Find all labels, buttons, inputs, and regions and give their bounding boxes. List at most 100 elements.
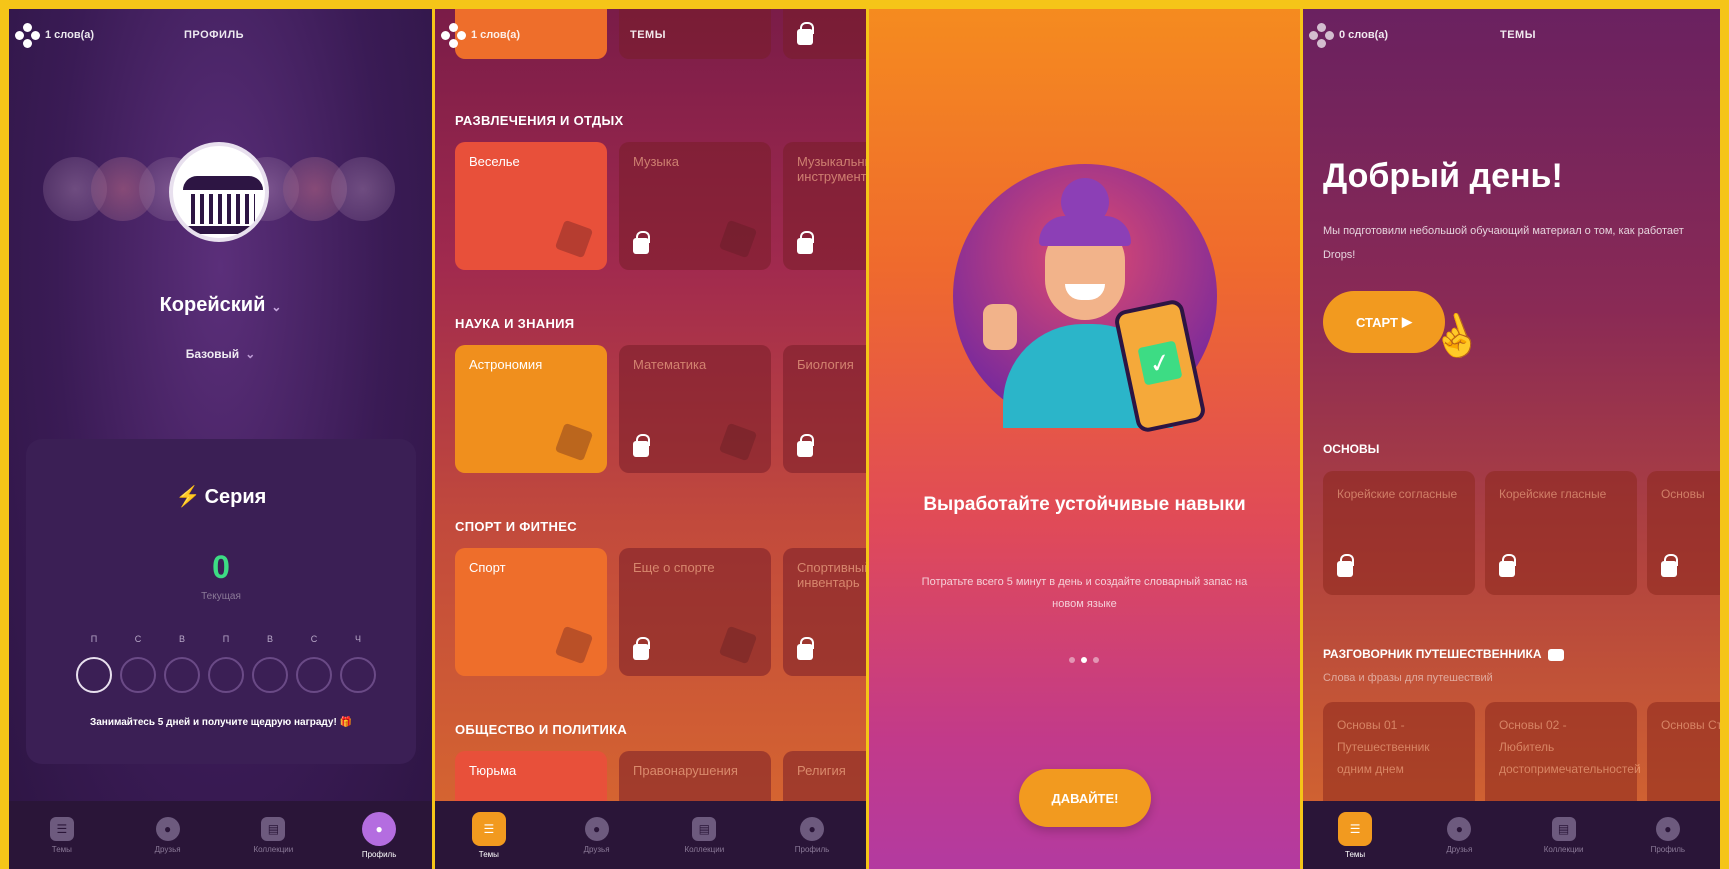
topic-tile-vowels[interactable]: Корейские гласные (1484, 471, 1637, 595)
section-title: ОБЩЕСТВО И ПОЛИТИКА (455, 722, 628, 737)
topic-row: Корейские согласные Корейские гласные Ос… (1322, 471, 1720, 595)
section-title: НАУКА И ЗНАНИЯ (455, 316, 575, 331)
onboarding-text: Потратьте всего 5 минут в день и создайт… (921, 576, 1248, 610)
nav-label: Профиль (1650, 844, 1686, 854)
topic-tile-basics[interactable]: Основы (1646, 471, 1720, 595)
page-title: ТЕМЫ (630, 29, 666, 41)
weekday-label: Ч (355, 634, 361, 644)
nav-topics[interactable]: ☰ Темы (22, 816, 102, 854)
drops-logo-icon (1308, 23, 1335, 49)
weekday-label: В (266, 634, 273, 644)
nav-friends[interactable]: ● Друзья (1419, 816, 1499, 854)
streak-value: 0 (212, 549, 230, 585)
topic-label: Основы 02 - Любитель достопримечательнос… (1498, 718, 1641, 776)
guitar-icon (718, 219, 758, 259)
topic-tile-music[interactable]: Музыка (619, 142, 771, 270)
word-count[interactable]: 1 слов(а) (471, 29, 520, 41)
collections-icon: ▤ (692, 816, 717, 841)
lock-icon (633, 231, 650, 254)
nav-label: Профиль (794, 844, 830, 854)
topic-label: Религия (797, 763, 846, 778)
lock-icon (797, 231, 814, 254)
continue-button[interactable]: ДАВАЙТЕ! (1018, 769, 1151, 827)
nav-friends[interactable]: ● Друзья (128, 816, 208, 854)
day-circle (252, 657, 288, 693)
greeting-title: Добрый день! (1322, 157, 1563, 195)
nav-profile[interactable]: ● Профиль (1628, 816, 1708, 854)
checkmark-icon: ✓ (1137, 340, 1183, 386)
profile-screen: 1 слов(а) ПРОФИЛЬ Корейский ⌄ Базовый ⌄ ⚡ С… (9, 9, 432, 869)
nav-friends[interactable]: ● Друзья (557, 816, 637, 854)
topic-tile-more-sport[interactable]: Еще о спорте (619, 548, 771, 676)
topic-tile-fun[interactable]: Веселье (455, 142, 607, 270)
play-icon: ▶ (1401, 314, 1412, 329)
nav-collections[interactable]: ▤ Коллекции (1524, 816, 1604, 854)
chevron-down-icon: ⌄ (271, 300, 282, 314)
section-title: ОСНОВЫ (1322, 442, 1380, 456)
level-selector[interactable]: Базовый ⌄ (9, 347, 432, 361)
greeting-subtitle: Мы подготовили небольшой обучающий матер… (1322, 225, 1684, 261)
topic-row: Астрономия Математика Биология (455, 345, 866, 473)
streak-sublabel: Текущая (201, 591, 241, 602)
page-dot-active[interactable] (1081, 657, 1088, 663)
onboarding-screen: ✓ Выработайте устойчивые навыки Потратьт… (868, 9, 1300, 869)
topic-tile-sport[interactable]: Спорт (455, 548, 607, 676)
topic-label: Биология (797, 357, 854, 372)
home-screen: 0 слов(а) ТЕМЫ Добрый день! Мы подготови… (1302, 9, 1720, 869)
topic-tile-sport-equipment[interactable]: Спортивный инвентарь (783, 548, 866, 676)
topic-label: Еще о спорте (633, 560, 715, 575)
weekday-label: В (178, 634, 185, 644)
nav-collections[interactable]: ▤ Коллекции (233, 816, 313, 854)
nav-label: Темы (1345, 849, 1366, 859)
nav-label: Темы (51, 844, 72, 854)
dancer-icon (554, 219, 594, 259)
friends-icon: ● (155, 816, 180, 841)
lock-icon (1660, 554, 1678, 577)
word-count[interactable]: 1 слов(а) (45, 29, 94, 41)
weekday-label: П (90, 634, 98, 644)
nav-profile[interactable]: ● Профиль (339, 811, 419, 859)
streak-reward-note: Занимайтесь 5 дней и получите щедрую наг… (89, 717, 353, 728)
topic-row: Спорт Еще о спорте Спортивный инвентарь (455, 548, 866, 676)
weekday-labels: П С В П В С Ч (76, 634, 376, 644)
onboarding-title: Выработайте устойчивые навыки (923, 494, 1246, 515)
day-circle (76, 657, 112, 693)
topic-tile-biology[interactable]: Биология (783, 345, 866, 473)
weekday-label: С (310, 634, 318, 644)
day-circle (164, 657, 200, 693)
topic-tile-consonants[interactable]: Корейские согласные (1322, 471, 1475, 595)
topic-label: Правонарушения (633, 763, 738, 778)
topic-label: Тюрьма (469, 763, 517, 778)
list-icon: ☰ (1338, 811, 1373, 846)
section-title: РАЗВЛЕЧЕНИЯ И ОТДЫХ (455, 113, 624, 128)
lock-icon (633, 434, 650, 457)
language-selector[interactable]: Корейский ⌄ (9, 294, 432, 317)
section-subtitle: Слова и фразы для путешествий (1322, 672, 1493, 684)
nav-label: Коллекции (684, 844, 725, 854)
topic-tile-math[interactable]: Математика (619, 345, 771, 473)
topic-label: Музыка (633, 154, 679, 169)
page-dot[interactable] (1093, 657, 1100, 663)
page-dot[interactable] (1069, 657, 1076, 663)
word-count[interactable]: 0 слов(а) (1339, 29, 1388, 41)
topic-tile-astronomy[interactable]: Астрономия (455, 345, 607, 473)
day-circle (340, 657, 376, 693)
start-button-label: СТАРТ (1355, 314, 1398, 330)
nav-collections[interactable]: ▤ Коллекции (664, 816, 744, 854)
section-title: РАЗГОВОРНИК ПУТЕШЕСТВЕННИКА (1323, 647, 1564, 661)
topic-tile-instruments[interactable]: Музыкальные инструменты (783, 142, 866, 270)
math-icon (718, 422, 758, 462)
nav-topics[interactable]: ☰ Темы (1315, 811, 1395, 859)
baseball-player-icon (554, 625, 594, 665)
topic-label: Основы Страны (1660, 718, 1720, 732)
woman-with-phone-illustration: ✓ (952, 164, 1217, 434)
nav-label: Коллекции (253, 844, 294, 854)
lock-icon (1336, 554, 1354, 577)
nav-profile[interactable]: ● Профиль (772, 816, 852, 854)
topic-label: Основы 01 - Путешественник одним днем (1336, 718, 1430, 776)
friends-icon: ● (584, 816, 609, 841)
chat-bubble-icon (1547, 648, 1564, 661)
nav-topics[interactable]: ☰ Темы (449, 811, 529, 859)
topic-label: Корейские гласные (1498, 487, 1607, 501)
streak-title-text: Серия (204, 486, 267, 508)
